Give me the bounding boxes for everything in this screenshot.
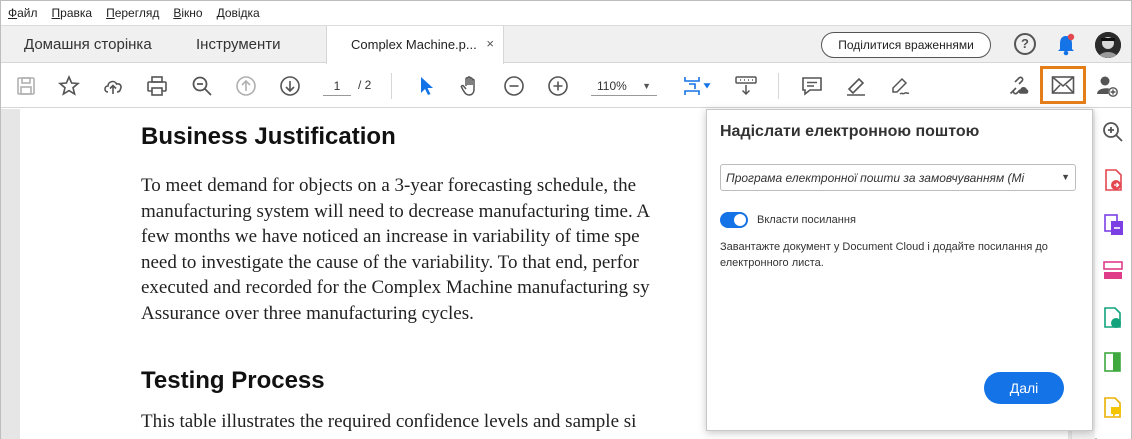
email-popup: Надіслати електронною поштою Програма ел… [706,109,1093,431]
email-icon[interactable] [1040,66,1086,104]
attach-link-label: Вкласти посилання [757,214,856,226]
page-down-icon[interactable] [276,72,304,100]
toolbar: 1 / 2 110% ▼ [1,64,1131,108]
page-up-icon[interactable] [232,72,260,100]
comment-icon[interactable] [798,72,826,100]
heading-business-justification: Business Justification [141,123,396,150]
zoom-out-icon[interactable] [500,72,528,100]
popup-title: Надіслати електронною поштою [720,123,980,140]
tab-home[interactable]: Домашня сторінка [24,36,152,53]
menu-file[interactable]: Файл [8,6,38,20]
tab-document[interactable]: Complex Machine.p... × [326,26,504,64]
fill-sign-icon[interactable] [1100,349,1126,375]
zoom-select[interactable]: 110% ▼ [591,76,657,96]
email-app-select[interactable]: Програма електронної пошти за замовчуван… [720,164,1076,191]
tab-document-title: Complex Machine.p... [351,37,477,52]
help-icon[interactable]: ? [1014,33,1036,55]
chevron-down-icon: ▼ [642,81,651,91]
fit-page-icon[interactable] [677,72,717,100]
popup-description: Завантажте документ у Document Cloud і д… [720,241,1048,269]
bookmark-star-icon[interactable] [55,72,83,100]
menu-view[interactable]: Перегляд [106,6,159,20]
select-arrow-icon[interactable] [412,72,440,100]
zoom-in-icon[interactable] [544,72,572,100]
tab-bar: Домашня сторінка Інструменти Complex Mac… [1,25,1131,64]
zoom-value: 110% [597,79,627,93]
scroll-mode-icon[interactable] [732,72,760,100]
toolbar-divider [391,73,392,99]
search-zoom-icon[interactable] [188,72,216,100]
tab-tools[interactable]: Інструменти [196,36,281,53]
upload-cloud-icon[interactable] [99,72,127,100]
menu-edit[interactable]: Правка [52,6,93,20]
page-number-input[interactable]: 1 [323,76,351,96]
organize-pages-icon[interactable] [1100,257,1126,283]
attach-link-toggle[interactable] [720,212,748,228]
avatar[interactable] [1095,32,1121,58]
email-app-value: Програма електронної пошти за замовчуван… [726,171,1025,185]
page-total: / 2 [358,78,372,92]
close-tab-icon[interactable]: × [486,36,494,51]
highlight-icon[interactable] [842,72,870,100]
sign-icon[interactable] [886,72,914,100]
link-share-icon[interactable] [1004,72,1032,100]
menu-window[interactable]: Вікно [173,6,202,20]
notification-bell-icon[interactable] [1055,33,1077,57]
right-tools-pane [1097,109,1131,439]
chevron-down-icon: ▼ [1061,172,1070,182]
hand-icon[interactable] [456,72,484,100]
menu-bar: Файл Правка Перегляд Вікно Довідка [1,1,1131,25]
toolbar-divider [778,73,779,99]
next-button[interactable]: Далі [984,372,1064,404]
comment-tool-icon[interactable] [1100,395,1126,421]
export-pdf-icon[interactable] [1100,167,1126,193]
share-feedback-button[interactable]: Поділитися враженнями [821,32,991,58]
save-icon[interactable] [12,72,40,100]
heading-testing-process: Testing Process [141,367,325,394]
search-tool-icon[interactable] [1100,119,1126,145]
edit-pdf-icon[interactable] [1100,211,1126,237]
menu-help[interactable]: Довідка [217,6,260,20]
add-user-icon[interactable] [1093,72,1121,100]
share-review-icon[interactable] [1100,305,1126,331]
print-icon[interactable] [143,72,171,100]
